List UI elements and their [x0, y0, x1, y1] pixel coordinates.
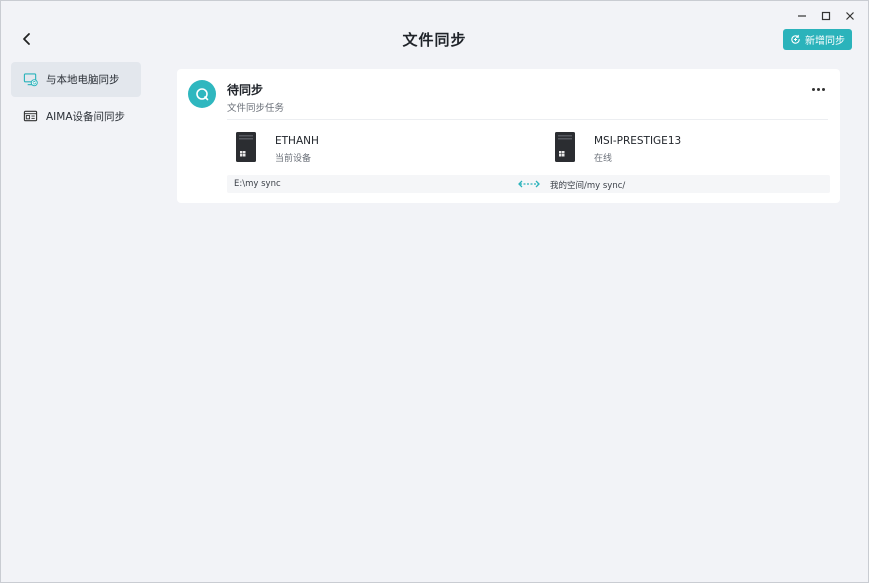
source-path: E:\my sync — [234, 179, 281, 189]
chevron-left-icon — [23, 33, 30, 45]
close-icon[interactable] — [838, 7, 862, 25]
sync-status-title: 待同步 — [227, 83, 264, 97]
sidebar-item-aima-device-sync[interactable]: AIMA设备间同步 — [11, 99, 141, 134]
sidebar-item-label: 与本地电脑同步 — [46, 74, 120, 86]
desktop-pc-icon — [555, 132, 575, 162]
more-dot-icon — [821, 87, 825, 91]
sidebar-item-label: AIMA设备间同步 — [46, 111, 126, 123]
device-state: 当前设备 — [275, 154, 312, 164]
add-sync-button[interactable]: 新增同步 — [783, 29, 852, 50]
minimize-icon[interactable] — [790, 7, 814, 25]
more-dot-icon — [811, 87, 815, 91]
app-window: 文件同步 新增同步 与本地电脑同步 AIMA设备间同步 待同步 文件同步任务 E… — [0, 0, 869, 583]
sidebar-item-local-pc-sync[interactable]: 与本地电脑同步 — [11, 62, 141, 97]
device-state: 在线 — [594, 154, 613, 164]
desktop-pc-icon — [236, 132, 256, 162]
sync-task-subtitle: 文件同步任务 — [227, 103, 285, 114]
back-button[interactable] — [17, 29, 37, 49]
device-name: ETHANH — [275, 135, 319, 147]
more-options-button[interactable] — [810, 83, 826, 95]
computer-sync-icon — [23, 72, 38, 87]
add-sync-icon — [790, 34, 801, 45]
sync-task-card[interactable]: 待同步 文件同步任务 ETHANH 当前设备 MSI-PRESTIGE13 在线… — [177, 69, 840, 203]
device-name: MSI-PRESTIGE13 — [594, 135, 682, 147]
sidebar: 与本地电脑同步 AIMA设备间同步 — [11, 62, 141, 136]
sync-pending-icon — [188, 80, 216, 108]
target-path: 我的空间/my sync/ — [550, 181, 626, 191]
maximize-icon[interactable] — [814, 7, 838, 25]
window-controls — [790, 7, 862, 25]
divider — [227, 119, 828, 120]
add-sync-label: 新增同步 — [805, 36, 845, 47]
device-sync-icon — [23, 109, 38, 124]
sync-path-bar: E:\my sync 我的空间/my sync/ — [227, 175, 830, 193]
page-title: 文件同步 — [402, 31, 467, 49]
bidirectional-arrow-icon — [518, 180, 540, 188]
more-dot-icon — [816, 87, 820, 91]
